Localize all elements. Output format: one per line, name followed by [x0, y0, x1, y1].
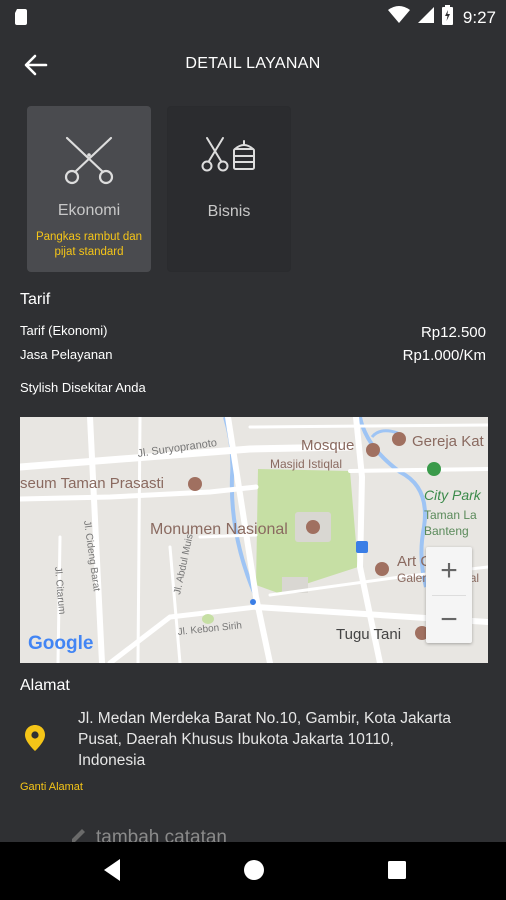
sim-card-icon	[13, 8, 29, 31]
tarif-value: Rp12.500	[420, 324, 486, 341]
nearby-stylist-label: Stylish Disekitar Anda	[20, 380, 146, 395]
change-address-link[interactable]: Ganti Alamat	[20, 781, 83, 793]
map-label-banteng: Banteng	[424, 524, 469, 538]
address-text: Jl. Medan Merdeka Barat No.10, Gambir, K…	[78, 710, 452, 769]
map-view[interactable]: Jl. Suryopranoto Mosque Masjid Istiqlal …	[20, 417, 488, 663]
service-card-ekonomi[interactable]: Ekonomi Pangkas rambut dan pijat standar…	[27, 106, 151, 272]
service-name: Bisnis	[207, 203, 251, 220]
location-pin-icon	[25, 725, 45, 756]
battery-icon	[441, 5, 453, 30]
status-time: 9:27	[462, 7, 496, 27]
map-label-gereja: Gereja Kat	[412, 433, 485, 450]
map-label-tamanla: Taman La	[424, 508, 477, 522]
scissors-icon	[27, 134, 151, 186]
map-label-museum: seum Taman Prasasti	[20, 475, 164, 492]
map-label-mosque: Mosque	[301, 437, 354, 454]
status-bar: 9:27	[0, 0, 506, 32]
nav-recents-icon[interactable]	[385, 857, 409, 888]
wifi-icon	[387, 6, 410, 29]
map-label-tugutani: Tugu Tani	[336, 626, 401, 643]
map-label-masjid: Masjid Istiqlal	[270, 457, 342, 471]
zoom-in-button[interactable]: +	[426, 547, 472, 595]
scissors-chair-icon	[168, 135, 290, 175]
map-canvas: Jl. Suryopranoto Mosque Masjid Istiqlal …	[20, 417, 488, 663]
tarif-label: Tarif (Ekonomi)	[20, 323, 108, 338]
map-label-kebonsirih: Jl. Kebon Sirih	[177, 620, 242, 638]
signal-icon	[417, 6, 434, 29]
page-title: DETAIL LAYANAN	[185, 55, 321, 72]
app-bar: DETAIL LAYANAN	[0, 32, 506, 96]
service-fee-value: Rp1.000/Km	[402, 347, 486, 364]
service-description: Pangkas rambut dan pijat standard	[35, 231, 143, 258]
service-fee-label: Jasa Pelayanan	[20, 347, 113, 362]
google-logo: Google	[28, 633, 93, 654]
address-title: Alamat	[20, 677, 70, 694]
map-label-monas: Monumen Nasional	[150, 521, 288, 538]
map-label-citarum: Jl. Citarum	[52, 566, 67, 615]
zoom-controls: + −	[426, 547, 472, 643]
map-label-citypark: City Park	[424, 487, 482, 503]
service-name: Ekonomi	[57, 202, 121, 219]
system-nav-bar	[0, 842, 506, 900]
tarif-title: Tarif	[20, 291, 51, 308]
zoom-out-button[interactable]: −	[426, 596, 472, 644]
service-card-bisnis[interactable]: Bisnis	[167, 106, 291, 272]
nav-back-icon[interactable]	[100, 857, 124, 888]
nav-home-icon[interactable]	[242, 857, 266, 888]
map-label-abdulmuis: Jl. Abdul Muis	[172, 533, 196, 596]
